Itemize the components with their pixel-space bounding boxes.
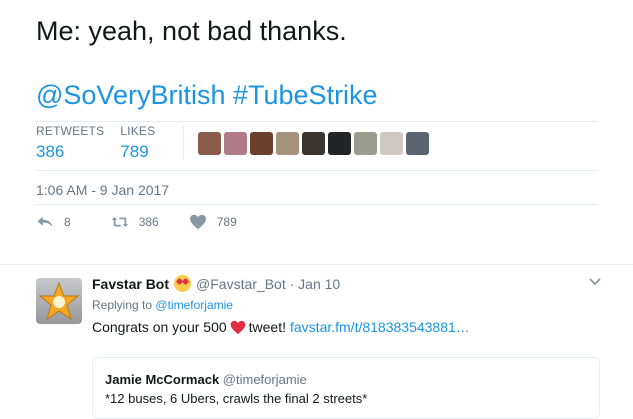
reply-header: Favstar Bot @Favstar_Bot · Jan 10: [92, 275, 340, 292]
divider: [36, 170, 598, 171]
quote-author-handle: @timeforjamie: [222, 372, 307, 387]
likes-label: LIKES: [120, 124, 156, 138]
replying-prefix: Replying to: [92, 298, 153, 312]
reply-action[interactable]: 8: [36, 214, 71, 230]
retweet-action[interactable]: 386: [111, 214, 159, 230]
liker-avatar[interactable]: [302, 132, 326, 155]
tweet-actions: 8 386 789: [36, 214, 267, 230]
heart-icon: [189, 214, 206, 230]
section-divider: [0, 264, 633, 265]
favstar-avatar[interactable]: [36, 278, 82, 324]
likes-stat[interactable]: LIKES 789: [120, 124, 155, 164]
heart-eyes-emoji-icon: [174, 275, 192, 292]
reply-icon: [37, 216, 53, 228]
liker-avatar[interactable]: [276, 132, 300, 155]
tweet-text: Me: yeah, not bad thanks.: [36, 16, 347, 46]
replying-to: Replying to @timeforjamie: [92, 298, 233, 312]
liker-avatar[interactable]: [406, 132, 430, 155]
liker-avatar[interactable]: [198, 132, 222, 155]
replying-handle-link[interactable]: @timeforjamie: [155, 298, 233, 312]
reply-handle-date[interactable]: @Favstar_Bot · Jan 10: [196, 276, 340, 292]
quote-header: Jamie McCormack @timeforjamie: [105, 372, 307, 387]
liker-avatar[interactable]: [354, 132, 378, 155]
like-count: 789: [216, 215, 237, 229]
red-heart-emoji-icon: [230, 320, 245, 334]
liker-avatar[interactable]: [250, 132, 274, 155]
reply-text: Congrats on your 500 tweet! favstar.fm/t…: [92, 319, 470, 335]
tweet-links: @SoVeryBritish #TubeStrike: [36, 78, 378, 112]
mention-link[interactable]: @SoVeryBritish: [36, 80, 225, 110]
reply-body-prefix: Congrats on your 500: [92, 319, 227, 335]
tweet-stats: RETWEETS 386 LIKES 789: [36, 124, 430, 164]
likes-value: 789: [120, 142, 149, 161]
retweets-stat[interactable]: RETWEETS 386: [36, 124, 104, 164]
divider: [36, 121, 598, 122]
star-logo-icon: [38, 281, 80, 321]
tweet-timestamp[interactable]: 1:06 AM - 9 Jan 2017: [36, 182, 169, 198]
liker-avatar[interactable]: [380, 132, 404, 155]
favstar-link[interactable]: favstar.fm/t/818383543881…: [290, 319, 470, 335]
retweet-icon: [111, 217, 128, 227]
divider: [36, 204, 598, 205]
quote-text: *12 buses, 6 Ubers, crawls the final 2 s…: [105, 391, 368, 406]
stats-separator: [183, 126, 185, 160]
reply-author-name[interactable]: Favstar Bot: [92, 276, 169, 292]
liker-avatars: [198, 132, 430, 164]
quote-author-name: Jamie McCormack: [105, 372, 220, 387]
liker-avatar[interactable]: [328, 132, 352, 155]
retweets-label: RETWEETS: [36, 124, 105, 138]
reply-count: 8: [64, 215, 71, 229]
liker-avatar[interactable]: [224, 132, 248, 155]
quoted-tweet[interactable]: Jamie McCormack @timeforjamie *12 buses,…: [92, 357, 600, 419]
hashtag-link[interactable]: #TubeStrike: [233, 80, 378, 110]
retweets-value: 386: [36, 142, 65, 161]
reply-body-suffix: tweet!: [248, 319, 286, 335]
retweet-count: 386: [138, 215, 159, 229]
like-action[interactable]: 789: [189, 214, 237, 230]
chevron-down-icon[interactable]: [588, 275, 602, 289]
